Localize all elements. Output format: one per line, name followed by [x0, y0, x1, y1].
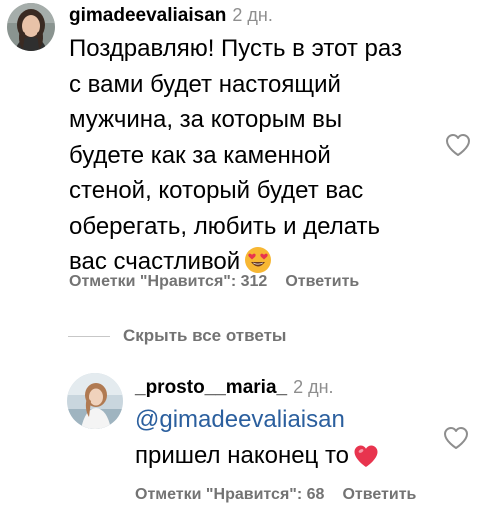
comment-username[interactable]: gimadeevaliaisan — [69, 5, 226, 26]
reply-avatar[interactable] — [67, 373, 123, 429]
reply-username[interactable]: _prosto__maria_ — [135, 377, 287, 398]
reply-meta: Отметки "Нравится": 68 Ответить — [135, 486, 416, 504]
comment-text-line: стеной, который будет вас — [69, 177, 364, 204]
reply-button[interactable]: Ответить — [285, 273, 359, 290]
comment-meta: Отметки "Нравится": 312 Ответить — [69, 273, 359, 291]
reply-like-heart-icon[interactable] — [443, 426, 469, 455]
reply-text-line: пришел наконец то — [135, 438, 379, 479]
comment-text-line: оберегать, любить и делать — [69, 212, 381, 240]
like-heart-icon[interactable] — [445, 133, 471, 162]
comment-text-line: мужчина, за которым вы — [69, 106, 343, 133]
reply-text: пришел наконец то — [135, 441, 350, 469]
comment-text-line: с вами будет настоящий — [69, 70, 341, 98]
reply-mention-link[interactable]: @gimadeevaliaisan — [135, 402, 379, 438]
hide-replies-label: Скрыть все ответы — [123, 326, 287, 345]
reply-likes-count[interactable]: Отметки "Нравится": 68 — [135, 486, 324, 503]
reply-time: 2 дн. — [293, 377, 334, 397]
avatar[interactable] — [7, 3, 55, 51]
red-heart-emoji-icon — [353, 443, 379, 479]
divider — [68, 335, 110, 337]
reply-header: _prosto__maria_ 2 дн. — [135, 377, 334, 399]
reply-body: @gimadeevaliaisan пришел наконец то — [135, 402, 379, 478]
comment-time: 2 дн. — [232, 5, 273, 25]
comment-text-line: будете как за каменной — [69, 141, 331, 169]
comment-header: gimadeevaliaisan 2 дн. — [69, 5, 273, 27]
comment-text-line: вас счастливой — [69, 248, 241, 275]
hide-replies-toggle[interactable]: Скрыть все ответы — [68, 326, 286, 346]
comment-body: Поздравляю! Пусть в этот раз с вами буде… — [69, 31, 402, 285]
reply-reply-button[interactable]: Ответить — [342, 486, 416, 503]
comment-text-line: Поздравляю! Пусть в этот раз — [69, 35, 402, 62]
comment-likes-count[interactable]: Отметки "Нравится": 312 — [69, 273, 267, 290]
